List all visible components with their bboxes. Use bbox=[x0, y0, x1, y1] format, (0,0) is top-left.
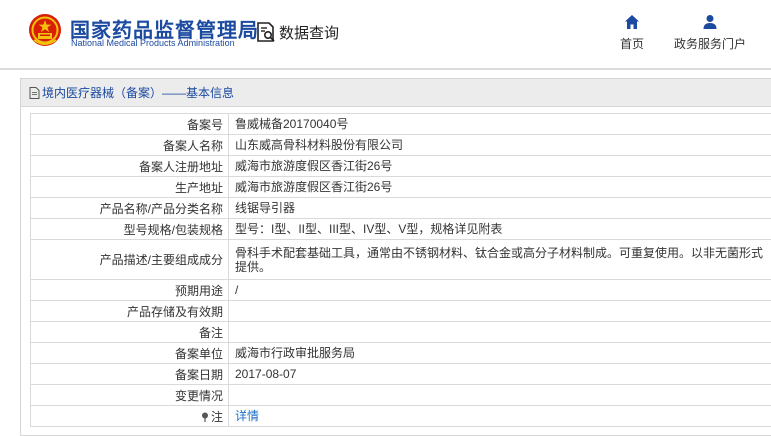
field-label: 备案日期 bbox=[30, 363, 229, 385]
field-value: 威海市行政审批服务局 bbox=[228, 342, 771, 364]
note-label: 注 bbox=[210, 409, 223, 424]
panel-title: 境内医疗器械（备案）——基本信息 bbox=[42, 86, 235, 100]
search-document-icon bbox=[257, 22, 275, 42]
field-label: 生产地址 bbox=[30, 176, 229, 198]
field-label-note: 注 bbox=[30, 405, 229, 427]
site-header: 国家药品监督管理局 National Medical Products Admi… bbox=[0, 0, 771, 66]
basic-info-panel: 境内医疗器械（备案）——基本信息 备案号 鲁威械备20170040号 备案人名称… bbox=[20, 78, 771, 436]
field-label: 产品存储及有效期 bbox=[30, 300, 229, 322]
field-label: 型号规格/包装规格 bbox=[30, 218, 229, 240]
pin-icon bbox=[201, 412, 208, 422]
field-value bbox=[228, 321, 771, 343]
table-row: 备案人注册地址 威海市旅游度假区香江街26号 bbox=[30, 155, 771, 177]
table-row: 注 详情 bbox=[30, 405, 771, 427]
table-row: 备案单位 威海市行政审批服务局 bbox=[30, 342, 771, 364]
field-value: 威海市旅游度假区香江街26号 bbox=[228, 176, 771, 198]
nav-service-portal[interactable]: 政务服务门户 bbox=[668, 14, 752, 52]
table-row: 变更情况 bbox=[30, 384, 771, 406]
field-value: 2017-08-07 bbox=[228, 363, 771, 385]
field-value: 型号：I型、II型、III型、IV型、V型，规格详见附表 bbox=[228, 218, 771, 240]
table-row: 生产地址 威海市旅游度假区香江街26号 bbox=[30, 176, 771, 198]
national-emblem-logo bbox=[29, 14, 61, 46]
panel-header: 境内医疗器械（备案）——基本信息 bbox=[21, 79, 771, 107]
field-value: 骨科手术配套基础工具，通常由不锈钢材料、钛合金或高分子材料制成。可重复使用。以非… bbox=[228, 239, 771, 280]
data-query-link[interactable]: 数据查询 bbox=[255, 20, 339, 44]
field-label: 备案单位 bbox=[30, 342, 229, 364]
table-row: 产品描述/主要组成成分 骨科手术配套基础工具，通常由不锈钢材料、钛合金或高分子材… bbox=[30, 239, 771, 280]
field-label: 备案人注册地址 bbox=[30, 155, 229, 177]
field-value: 详情 bbox=[228, 405, 771, 427]
field-label: 备注 bbox=[30, 321, 229, 343]
table-row: 产品存储及有效期 bbox=[30, 300, 771, 322]
field-value: 威海市旅游度假区香江街26号 bbox=[228, 155, 771, 177]
nav-service-portal-label: 政务服务门户 bbox=[673, 37, 746, 51]
field-value: 鲁威械备20170040号 bbox=[228, 113, 771, 135]
document-icon bbox=[29, 86, 40, 99]
nav-home[interactable]: 首页 bbox=[612, 14, 652, 52]
table-row: 备注 bbox=[30, 321, 771, 343]
field-value: 山东威高骨科材料股份有限公司 bbox=[228, 134, 771, 156]
details-link[interactable]: 详情 bbox=[235, 409, 259, 423]
field-value: 线锯导引器 bbox=[228, 197, 771, 219]
table-row: 预期用途 / bbox=[30, 279, 771, 301]
field-label: 预期用途 bbox=[30, 279, 229, 301]
field-label: 变更情况 bbox=[30, 384, 229, 406]
field-value bbox=[228, 300, 771, 322]
table-row: 备案日期 2017-08-07 bbox=[30, 363, 771, 385]
field-label: 备案号 bbox=[30, 113, 229, 135]
user-icon bbox=[703, 15, 717, 29]
nav-home-label: 首页 bbox=[619, 37, 644, 51]
header-divider bbox=[0, 68, 771, 70]
home-icon bbox=[625, 15, 639, 29]
field-value bbox=[228, 384, 771, 406]
org-name-en: National Medical Products Administration bbox=[71, 38, 235, 48]
table-row: 备案号 鲁威械备20170040号 bbox=[30, 113, 771, 135]
device-info-table: 备案号 鲁威械备20170040号 备案人名称 山东威高骨科材料股份有限公司 备… bbox=[30, 113, 771, 427]
table-row: 备案人名称 山东威高骨科材料股份有限公司 bbox=[30, 134, 771, 156]
field-label: 备案人名称 bbox=[30, 134, 229, 156]
field-value: / bbox=[228, 279, 771, 301]
field-label: 产品描述/主要组成成分 bbox=[30, 239, 229, 280]
field-label: 产品名称/产品分类名称 bbox=[30, 197, 229, 219]
data-query-label: 数据查询 bbox=[279, 24, 340, 42]
table-row: 型号规格/包装规格 型号：I型、II型、III型、IV型、V型，规格详见附表 bbox=[30, 218, 771, 240]
table-row: 产品名称/产品分类名称 线锯导引器 bbox=[30, 197, 771, 219]
